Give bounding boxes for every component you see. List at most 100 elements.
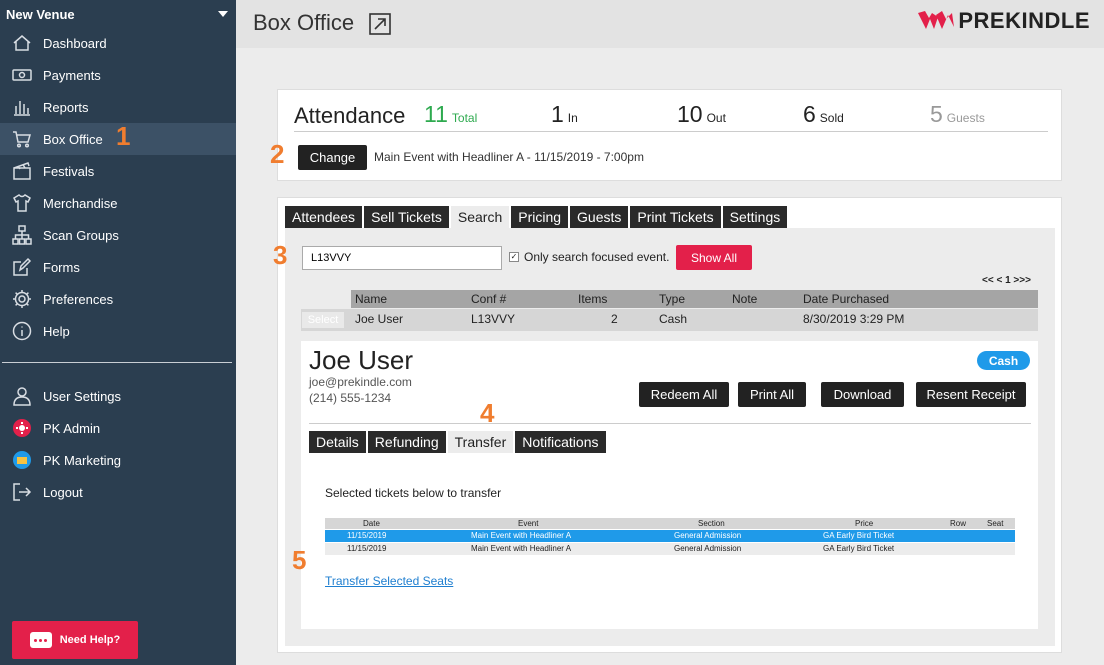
tab-settings[interactable]: Settings [722, 206, 788, 228]
sidebar-item-label: Logout [43, 484, 83, 500]
attendance-card: Attendance 11 Total 1 In 10 Out 6 Sold 5… [277, 89, 1062, 181]
select-button[interactable]: Select [302, 312, 344, 328]
external-link-icon[interactable] [368, 12, 392, 36]
column-header: Row [950, 519, 967, 528]
edit-icon [11, 256, 33, 278]
sidebar-item-logout[interactable]: Logout [0, 476, 236, 508]
customer-name: Joe User [309, 345, 414, 375]
stat-guests-label: Guests [946, 111, 985, 125]
resend-receipt-button[interactable]: Resent Receipt [916, 382, 1026, 407]
sidebar-item-reports[interactable]: Reports [0, 91, 236, 123]
ticket-event: Main Event with Headliner A [471, 544, 572, 553]
gear-icon [11, 288, 33, 310]
stat-sold-value: 6 [803, 101, 816, 127]
chat-icon [29, 632, 52, 648]
download-button[interactable]: Download [821, 382, 904, 407]
film-icon [11, 160, 33, 182]
result-items: 2 [611, 312, 618, 326]
attendance-title: Attendance [294, 103, 406, 128]
column-header: Seat [987, 519, 1004, 528]
step-marker-3: 3 [273, 240, 288, 270]
tab-notifications[interactable]: Notifications [515, 431, 606, 453]
sidebar-item-label: Forms [43, 259, 80, 275]
tab-search[interactable]: Search [450, 206, 510, 228]
search-input[interactable] [302, 246, 502, 270]
ticket-event: Main Event with Headliner A [471, 531, 572, 540]
stat-total-label: Total [451, 111, 478, 125]
column-header: Date Purchased [803, 292, 890, 306]
column-header: Name [355, 292, 388, 306]
step-marker-4: 4 [480, 398, 495, 428]
customer-email: joe@prekindle.com [309, 375, 412, 389]
sidebar-item-label: PK Admin [43, 420, 101, 436]
table-row[interactable]: Select Joe User L13VVY 2 Cash 8/30/2019 … [301, 309, 1038, 331]
ticket-date: 11/15/2019 [347, 531, 387, 540]
result-type: Cash [659, 312, 688, 326]
cart-icon [11, 128, 33, 150]
tab-print-tickets[interactable]: Print Tickets [630, 206, 721, 228]
column-header: Conf # [471, 292, 507, 306]
sidebar-item-pk-marketing[interactable]: PK Marketing [0, 444, 236, 476]
attendance-divider [294, 131, 1048, 132]
change-event-button[interactable]: Change [298, 145, 367, 170]
sidebar-item-pk-admin[interactable]: PK Admin [0, 412, 236, 444]
ticket-price: GA Early Bird Ticket [823, 531, 895, 540]
result-date: 8/30/2019 3:29 PM [803, 312, 905, 326]
sidebar: New Venue Dashboard Payments Reports Box… [0, 0, 236, 665]
sidebar-divider [2, 362, 232, 363]
table-row[interactable]: 11/15/2019 Main Event with Headliner A G… [325, 530, 1015, 542]
prekindle-logo: PREKINDLE [916, 8, 1090, 34]
hierarchy-icon [11, 224, 33, 246]
stat-in-value: 1 [551, 101, 564, 127]
sidebar-item-label: Dashboard [43, 35, 107, 51]
admin-icon [11, 417, 33, 439]
sidebar-item-preferences[interactable]: Preferences [0, 283, 236, 315]
tab-pricing[interactable]: Pricing [511, 206, 569, 228]
stat-out-value: 10 [677, 101, 703, 127]
chevron-down-icon [218, 11, 228, 17]
sidebar-item-user-settings[interactable]: User Settings [0, 380, 236, 412]
stat-in: 1 In [551, 101, 578, 128]
redeem-all-button[interactable]: Redeem All [639, 382, 729, 407]
column-header: Price [855, 519, 874, 528]
tab-refunding[interactable]: Refunding [367, 431, 446, 453]
tab-attendees[interactable]: Attendees [285, 206, 363, 228]
logout-icon [11, 481, 33, 503]
transfer-selected-seats-link[interactable]: Transfer Selected Seats [325, 574, 453, 588]
ticket-section: General Admission [674, 531, 742, 540]
tab-guests[interactable]: Guests [570, 206, 629, 228]
sidebar-item-scan-groups[interactable]: Scan Groups [0, 219, 236, 251]
sidebar-item-label: Preferences [43, 291, 114, 307]
sidebar-item-merchandise[interactable]: Merchandise [0, 187, 236, 219]
pagination[interactable]: << < 1 >>> [982, 275, 1031, 286]
sidebar-item-label: Scan Groups [43, 227, 119, 243]
result-name: Joe User [355, 312, 404, 326]
stat-guests-value: 5 [930, 101, 943, 127]
sidebar-item-festivals[interactable]: Festivals [0, 155, 236, 187]
focused-event: Main Event with Headliner A - 11/15/2019… [374, 150, 644, 164]
sidebar-item-dashboard[interactable]: Dashboard [0, 27, 236, 59]
results-header: Name Conf # Items Type Note Date Purchas… [351, 290, 1038, 308]
print-all-button[interactable]: Print All [738, 382, 806, 407]
venue-selector[interactable]: New Venue [6, 5, 230, 23]
ticket-price: GA Early Bird Ticket [823, 544, 895, 553]
focused-event-checkbox[interactable]: ✓ [509, 252, 519, 262]
tab-sell-tickets[interactable]: Sell Tickets [364, 206, 449, 228]
table-row[interactable]: 11/15/2019 Main Event with Headliner A G… [325, 543, 1015, 555]
page-title: Box Office [253, 10, 355, 35]
tab-transfer[interactable]: Transfer [447, 431, 514, 453]
house-icon [11, 32, 33, 54]
stat-out-label: Out [706, 111, 726, 125]
venue-name: New Venue [6, 6, 75, 22]
sidebar-item-help[interactable]: Help [0, 315, 236, 347]
stat-total-value: 11 [424, 101, 448, 127]
tab-details[interactable]: Details [309, 431, 366, 453]
result-conf: L13VVY [471, 312, 516, 326]
sidebar-item-forms[interactable]: Forms [0, 251, 236, 283]
need-help-button[interactable]: Need Help? [12, 621, 138, 659]
show-all-button[interactable]: Show All [676, 245, 752, 270]
user-icon [11, 385, 33, 407]
sidebar-item-payments[interactable]: Payments [0, 59, 236, 91]
main-tabs: Attendees Sell Tickets Search Pricing Gu… [285, 206, 788, 229]
need-help-label: Need Help? [59, 634, 121, 646]
